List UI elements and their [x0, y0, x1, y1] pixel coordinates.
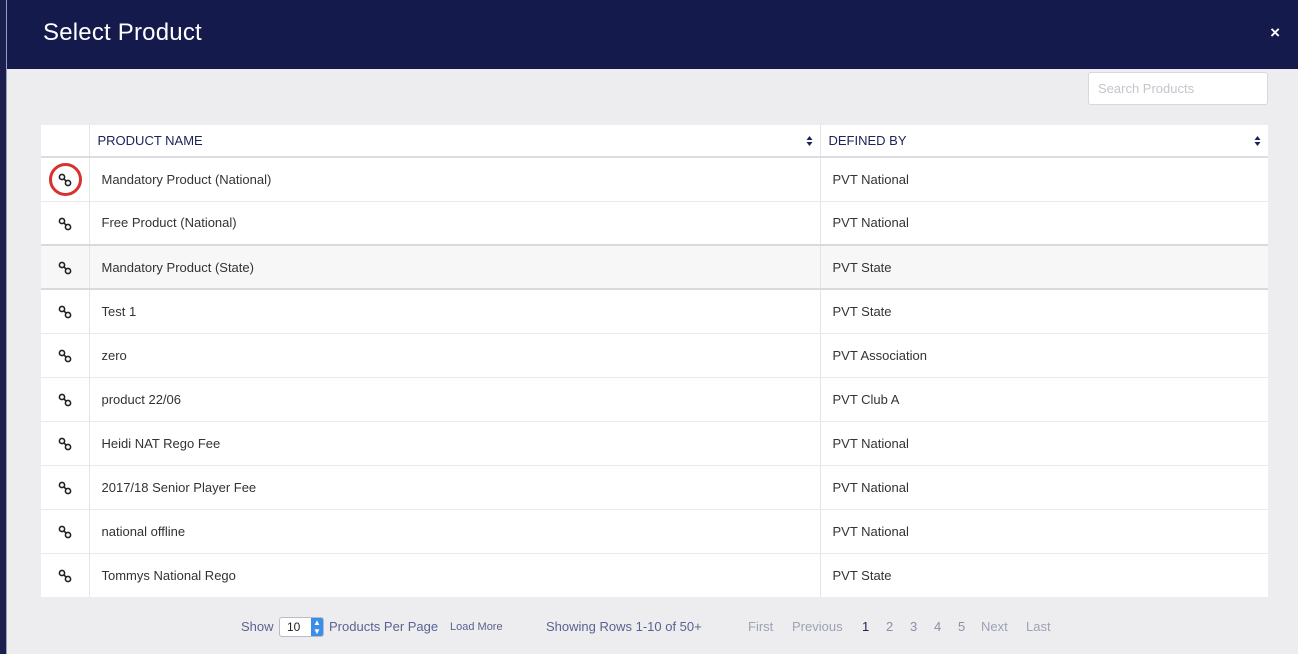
row-action-cell	[41, 201, 90, 246]
link-icon[interactable]	[58, 437, 72, 451]
product-name-cell: Mandatory Product (National)	[89, 157, 821, 202]
pagination-page-2[interactable]: 2	[886, 619, 893, 634]
product-name-cell: product 22/06	[89, 377, 821, 422]
column-header-action	[41, 125, 90, 158]
link-icon[interactable]	[58, 305, 72, 319]
table-row[interactable]: Free Product (National) PVT National	[41, 201, 1268, 246]
defined-by-cell: PVT National	[820, 509, 1268, 554]
link-icon[interactable]	[58, 349, 72, 363]
select-product-modal: Select Product × PRODUCT NAME DEFINED BY	[6, 0, 1298, 654]
highlight-circle	[49, 163, 82, 196]
row-action-cell	[41, 289, 90, 334]
table-row[interactable]: Mandatory Product (State) PVT State	[41, 245, 1268, 290]
table-row[interactable]: Heidi NAT Rego Fee PVT National	[41, 421, 1268, 466]
link-icon[interactable]	[58, 481, 72, 495]
products-table: PRODUCT NAME DEFINED BY Mandatory Produc…	[41, 125, 1268, 597]
pagination-first[interactable]: First	[748, 619, 773, 634]
search-input[interactable]	[1088, 72, 1268, 105]
link-icon[interactable]	[58, 569, 72, 583]
link-icon[interactable]	[58, 217, 72, 231]
row-action-cell	[41, 421, 90, 466]
table-row[interactable]: Mandatory Product (National) PVT Nationa…	[41, 157, 1268, 202]
row-action-cell	[41, 509, 90, 554]
defined-by-cell: PVT National	[820, 465, 1268, 510]
pagination-page-5[interactable]: 5	[958, 619, 965, 634]
table-row[interactable]: Test 1 PVT State	[41, 289, 1268, 334]
table-row[interactable]: zero PVT Association	[41, 333, 1268, 378]
link-icon[interactable]	[58, 261, 72, 275]
defined-by-cell: PVT National	[820, 157, 1268, 202]
sort-icon[interactable]	[1254, 135, 1261, 147]
pagination-last[interactable]: Last	[1026, 619, 1051, 634]
link-icon[interactable]	[58, 393, 72, 407]
pagination-page-4[interactable]: 4	[934, 619, 941, 634]
table-row[interactable]: Tommys National Rego PVT State	[41, 553, 1268, 597]
row-action-cell	[41, 245, 90, 290]
pagination-next[interactable]: Next	[981, 619, 1008, 634]
table-row[interactable]: product 22/06 PVT Club A	[41, 377, 1268, 422]
product-name-cell: Free Product (National)	[89, 201, 821, 246]
table-row[interactable]: 2017/18 Senior Player Fee PVT National	[41, 465, 1268, 510]
pagination-page-3[interactable]: 3	[910, 619, 917, 634]
product-name-cell: zero	[89, 333, 821, 378]
defined-by-cell: PVT State	[820, 289, 1268, 334]
column-header-defined-by[interactable]: DEFINED BY	[820, 125, 1268, 158]
row-action-cell	[41, 553, 90, 597]
select-arrows-icon[interactable]: ▲ ▼	[311, 618, 323, 636]
show-label: Show	[241, 619, 274, 634]
pagination-page-1[interactable]: 1	[862, 619, 869, 634]
defined-by-cell: PVT State	[820, 245, 1268, 290]
per-page-value: 10	[287, 620, 301, 634]
link-icon[interactable]	[58, 525, 72, 539]
product-name-cell: Heidi NAT Rego Fee	[89, 421, 821, 466]
sort-icon[interactable]	[806, 135, 813, 147]
showing-rows-text: Showing Rows 1-10 of 50+	[546, 619, 702, 634]
table-row[interactable]: national offline PVT National	[41, 509, 1268, 554]
column-header-label: DEFINED BY	[828, 133, 907, 148]
modal-header: Select Product ×	[7, 0, 1298, 69]
pagination-previous[interactable]: Previous	[792, 619, 843, 634]
column-header-product-name[interactable]: PRODUCT NAME	[89, 125, 821, 158]
defined-by-cell: PVT National	[820, 421, 1268, 466]
column-header-label: PRODUCT NAME	[97, 133, 203, 148]
load-more-link[interactable]: Load More	[450, 621, 503, 633]
product-name-cell: Mandatory Product (State)	[89, 245, 821, 290]
row-action-cell	[41, 377, 90, 422]
product-name-cell: Tommys National Rego	[89, 553, 821, 597]
defined-by-cell: PVT State	[832, 567, 892, 583]
defined-by-cell: PVT National	[820, 201, 1268, 246]
table-header-row: PRODUCT NAME DEFINED BY	[41, 125, 1268, 158]
product-name-cell: national offline	[89, 509, 821, 554]
row-action-cell	[41, 157, 90, 202]
per-page-label: Products Per Page	[329, 619, 439, 634]
table-footer: Show 10 ▲ ▼ Products Per Page Load More S…	[7, 617, 1298, 637]
product-name-cell: 2017/18 Senior Player Fee	[89, 465, 821, 510]
row-action-cell	[41, 333, 90, 378]
modal-title: Select Product	[43, 19, 202, 46]
per-page-select[interactable]: 10 ▲ ▼	[279, 617, 324, 637]
close-icon[interactable]: ×	[1270, 24, 1280, 41]
product-name-cell: Test 1	[89, 289, 821, 334]
defined-by-cell: PVT Club A	[820, 377, 1268, 422]
row-action-cell	[41, 465, 90, 510]
defined-by-cell: PVT Association	[820, 333, 1268, 378]
